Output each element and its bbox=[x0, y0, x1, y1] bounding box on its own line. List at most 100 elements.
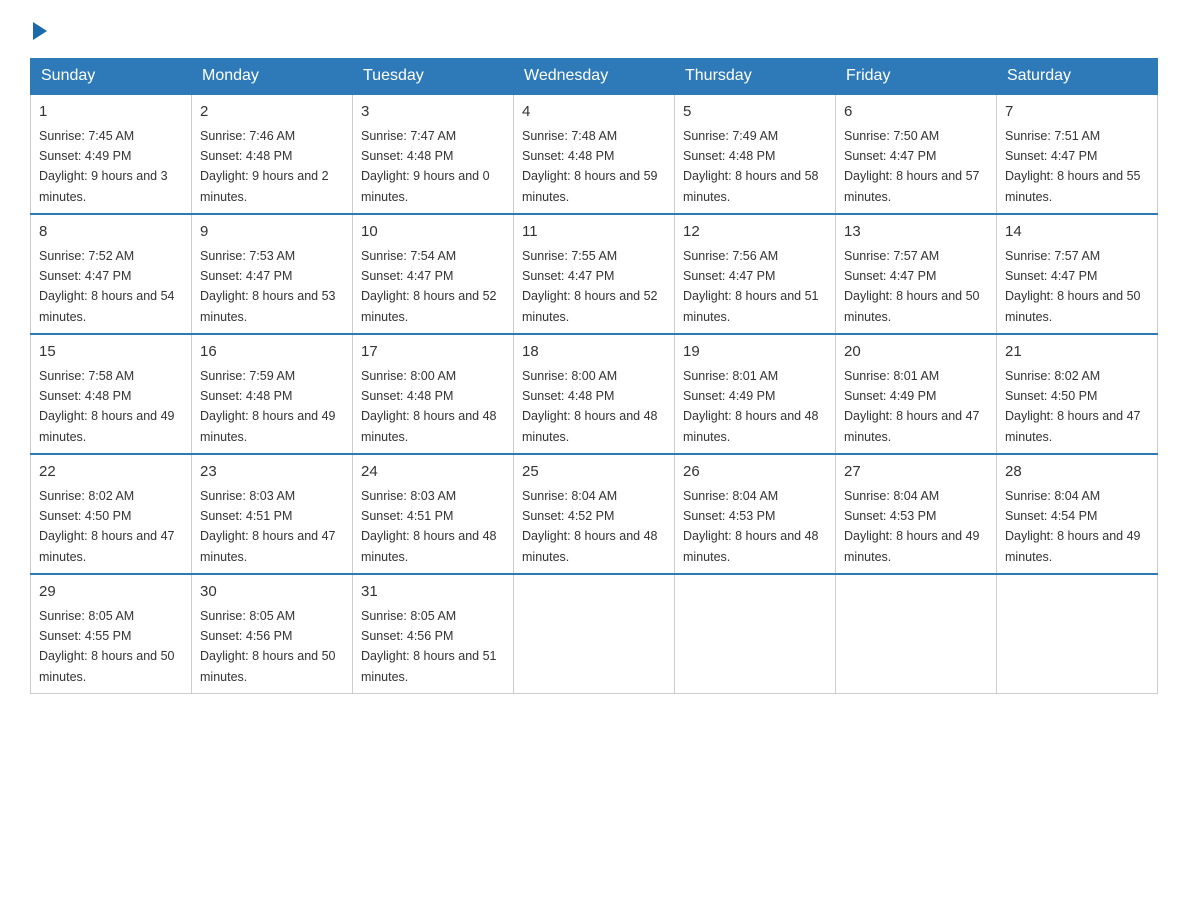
day-number: 1 bbox=[39, 101, 183, 124]
day-number: 31 bbox=[361, 581, 505, 604]
calendar-cell: 6Sunrise: 7:50 AMSunset: 4:47 PMDaylight… bbox=[836, 94, 997, 214]
day-info: Sunrise: 7:59 AMSunset: 4:48 PMDaylight:… bbox=[200, 369, 336, 444]
day-info: Sunrise: 7:57 AMSunset: 4:47 PMDaylight:… bbox=[1005, 249, 1141, 324]
day-number: 21 bbox=[1005, 341, 1149, 364]
calendar-cell: 1Sunrise: 7:45 AMSunset: 4:49 PMDaylight… bbox=[31, 94, 192, 214]
calendar-cell: 26Sunrise: 8:04 AMSunset: 4:53 PMDayligh… bbox=[675, 454, 836, 574]
day-number: 4 bbox=[522, 101, 666, 124]
calendar-cell: 25 Sunrise: 8:04 AMSunset: 4:52 PMDayligh… bbox=[514, 454, 675, 574]
day-number: 15 bbox=[39, 341, 183, 364]
day-info: Sunrise: 7:52 AMSunset: 4:47 PMDaylight:… bbox=[39, 249, 175, 324]
day-info: Sunrise: 7:57 AMSunset: 4:47 PMDaylight:… bbox=[844, 249, 980, 324]
day-info: Sunrise: 8:04 AMSunset: 4:52 PMDaylight:… bbox=[522, 489, 658, 564]
calendar-cell: 13 Sunrise: 7:57 AMSunset: 4:47 PMDayligh… bbox=[836, 214, 997, 334]
calendar-body: 1Sunrise: 7:45 AMSunset: 4:49 PMDaylight… bbox=[31, 94, 1158, 694]
calendar-week-1: 1Sunrise: 7:45 AMSunset: 4:49 PMDaylight… bbox=[31, 94, 1158, 214]
day-number: 14 bbox=[1005, 221, 1149, 244]
calendar-cell: 18 Sunrise: 8:00 AMSunset: 4:48 PMDayligh… bbox=[514, 334, 675, 454]
day-number: 3 bbox=[361, 101, 505, 124]
calendar-cell: 11 Sunrise: 7:55 AMSunset: 4:47 PMDayligh… bbox=[514, 214, 675, 334]
day-number: 13 bbox=[844, 221, 988, 244]
calendar-cell: 17Sunrise: 8:00 AMSunset: 4:48 PMDayligh… bbox=[353, 334, 514, 454]
day-number: 7 bbox=[1005, 101, 1149, 124]
day-number: 19 bbox=[683, 341, 827, 364]
day-number: 9 bbox=[200, 221, 344, 244]
day-number: 8 bbox=[39, 221, 183, 244]
day-number: 10 bbox=[361, 221, 505, 244]
day-number: 27 bbox=[844, 461, 988, 484]
logo-arrow-icon bbox=[33, 22, 47, 40]
calendar-cell bbox=[675, 574, 836, 694]
day-number: 29 bbox=[39, 581, 183, 604]
calendar-cell: 12 Sunrise: 7:56 AMSunset: 4:47 PMDayligh… bbox=[675, 214, 836, 334]
column-header-tuesday: Tuesday bbox=[353, 59, 514, 95]
day-info: Sunrise: 8:02 AMSunset: 4:50 PMDaylight:… bbox=[39, 489, 175, 564]
calendar-week-5: 29 Sunrise: 8:05 AMSunset: 4:55 PMDayligh… bbox=[31, 574, 1158, 694]
calendar-cell: 21 Sunrise: 8:02 AMSunset: 4:50 PMDayligh… bbox=[997, 334, 1158, 454]
day-number: 24 bbox=[361, 461, 505, 484]
day-info: Sunrise: 7:48 AMSunset: 4:48 PMDaylight:… bbox=[522, 129, 658, 204]
calendar-cell: 7 Sunrise: 7:51 AMSunset: 4:47 PMDaylight… bbox=[997, 94, 1158, 214]
day-number: 17 bbox=[361, 341, 505, 364]
day-number: 18 bbox=[522, 341, 666, 364]
day-info: Sunrise: 7:56 AMSunset: 4:47 PMDaylight:… bbox=[683, 249, 819, 324]
calendar-cell: 4 Sunrise: 7:48 AMSunset: 4:48 PMDaylight… bbox=[514, 94, 675, 214]
calendar-cell: 10 Sunrise: 7:54 AMSunset: 4:47 PMDayligh… bbox=[353, 214, 514, 334]
calendar-cell: 5 Sunrise: 7:49 AMSunset: 4:48 PMDaylight… bbox=[675, 94, 836, 214]
day-number: 28 bbox=[1005, 461, 1149, 484]
day-info: Sunrise: 7:47 AMSunset: 4:48 PMDaylight:… bbox=[361, 129, 490, 204]
column-header-wednesday: Wednesday bbox=[514, 59, 675, 95]
day-info: Sunrise: 7:58 AMSunset: 4:48 PMDaylight:… bbox=[39, 369, 175, 444]
calendar-cell: 16Sunrise: 7:59 AMSunset: 4:48 PMDayligh… bbox=[192, 334, 353, 454]
day-info: Sunrise: 8:05 AMSunset: 4:56 PMDaylight:… bbox=[200, 609, 336, 684]
calendar-week-4: 22 Sunrise: 8:02 AMSunset: 4:50 PMDayligh… bbox=[31, 454, 1158, 574]
day-info: Sunrise: 8:01 AMSunset: 4:49 PMDaylight:… bbox=[844, 369, 980, 444]
day-info: Sunrise: 8:04 AMSunset: 4:53 PMDaylight:… bbox=[844, 489, 980, 564]
calendar-cell: 2 Sunrise: 7:46 AMSunset: 4:48 PMDaylight… bbox=[192, 94, 353, 214]
day-number: 23 bbox=[200, 461, 344, 484]
column-header-saturday: Saturday bbox=[997, 59, 1158, 95]
day-info: Sunrise: 7:50 AMSunset: 4:47 PMDaylight:… bbox=[844, 129, 980, 204]
calendar-cell bbox=[997, 574, 1158, 694]
column-header-monday: Monday bbox=[192, 59, 353, 95]
day-number: 12 bbox=[683, 221, 827, 244]
day-number: 11 bbox=[522, 221, 666, 244]
page-header bbox=[30, 20, 1158, 40]
day-number: 20 bbox=[844, 341, 988, 364]
logo bbox=[30, 20, 47, 40]
day-info: Sunrise: 8:04 AMSunset: 4:53 PMDaylight:… bbox=[683, 489, 819, 564]
calendar-week-2: 8 Sunrise: 7:52 AMSunset: 4:47 PMDaylight… bbox=[31, 214, 1158, 334]
day-number: 22 bbox=[39, 461, 183, 484]
day-info: Sunrise: 7:51 AMSunset: 4:47 PMDaylight:… bbox=[1005, 129, 1141, 204]
calendar-table: SundayMondayTuesdayWednesdayThursdayFrid… bbox=[30, 58, 1158, 694]
day-info: Sunrise: 7:49 AMSunset: 4:48 PMDaylight:… bbox=[683, 129, 819, 204]
day-info: Sunrise: 7:55 AMSunset: 4:47 PMDaylight:… bbox=[522, 249, 658, 324]
day-info: Sunrise: 7:46 AMSunset: 4:48 PMDaylight:… bbox=[200, 129, 329, 204]
calendar-week-3: 15 Sunrise: 7:58 AMSunset: 4:48 PMDayligh… bbox=[31, 334, 1158, 454]
day-info: Sunrise: 8:05 AMSunset: 4:56 PMDaylight:… bbox=[361, 609, 497, 684]
column-header-thursday: Thursday bbox=[675, 59, 836, 95]
day-number: 25 bbox=[522, 461, 666, 484]
day-info: Sunrise: 8:01 AMSunset: 4:49 PMDaylight:… bbox=[683, 369, 819, 444]
day-number: 5 bbox=[683, 101, 827, 124]
calendar-cell: 22 Sunrise: 8:02 AMSunset: 4:50 PMDayligh… bbox=[31, 454, 192, 574]
calendar-cell: 30Sunrise: 8:05 AMSunset: 4:56 PMDayligh… bbox=[192, 574, 353, 694]
calendar-cell: 23 Sunrise: 8:03 AMSunset: 4:51 PMDayligh… bbox=[192, 454, 353, 574]
calendar-cell: 20 Sunrise: 8:01 AMSunset: 4:49 PMDayligh… bbox=[836, 334, 997, 454]
calendar-cell: 9 Sunrise: 7:53 AMSunset: 4:47 PMDaylight… bbox=[192, 214, 353, 334]
calendar-cell: 15 Sunrise: 7:58 AMSunset: 4:48 PMDayligh… bbox=[31, 334, 192, 454]
calendar-cell: 27 Sunrise: 8:04 AMSunset: 4:53 PMDayligh… bbox=[836, 454, 997, 574]
column-header-sunday: Sunday bbox=[31, 59, 192, 95]
day-info: Sunrise: 8:03 AMSunset: 4:51 PMDaylight:… bbox=[361, 489, 497, 564]
calendar-cell: 14 Sunrise: 7:57 AMSunset: 4:47 PMDayligh… bbox=[997, 214, 1158, 334]
calendar-cell: 28 Sunrise: 8:04 AMSunset: 4:54 PMDayligh… bbox=[997, 454, 1158, 574]
day-number: 2 bbox=[200, 101, 344, 124]
day-info: Sunrise: 8:02 AMSunset: 4:50 PMDaylight:… bbox=[1005, 369, 1141, 444]
column-header-friday: Friday bbox=[836, 59, 997, 95]
day-info: Sunrise: 8:04 AMSunset: 4:54 PMDaylight:… bbox=[1005, 489, 1141, 564]
day-info: Sunrise: 8:00 AMSunset: 4:48 PMDaylight:… bbox=[522, 369, 658, 444]
day-info: Sunrise: 8:05 AMSunset: 4:55 PMDaylight:… bbox=[39, 609, 175, 684]
day-info: Sunrise: 7:54 AMSunset: 4:47 PMDaylight:… bbox=[361, 249, 497, 324]
day-info: Sunrise: 8:03 AMSunset: 4:51 PMDaylight:… bbox=[200, 489, 336, 564]
day-info: Sunrise: 7:53 AMSunset: 4:47 PMDaylight:… bbox=[200, 249, 336, 324]
